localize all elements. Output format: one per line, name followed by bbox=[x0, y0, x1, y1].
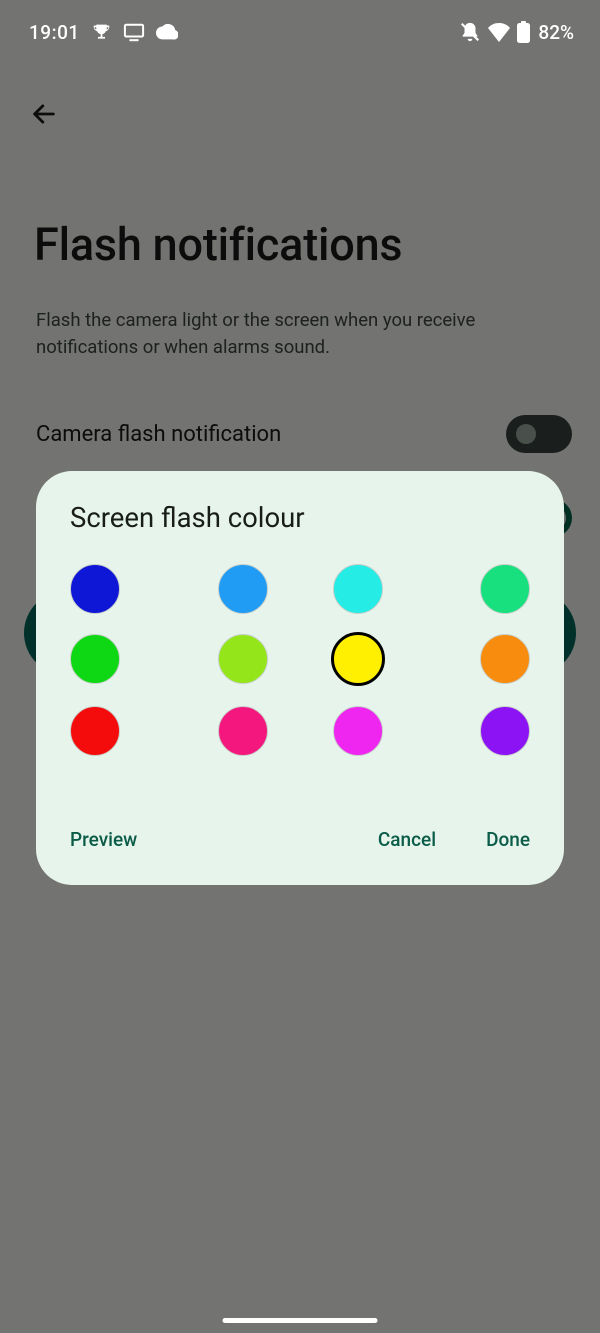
done-button[interactable]: Done bbox=[476, 822, 540, 857]
battery-icon bbox=[517, 21, 530, 43]
color-swatch-magenta[interactable] bbox=[333, 706, 383, 756]
color-swatch-rose[interactable] bbox=[218, 706, 268, 756]
battery-percent: 82% bbox=[538, 21, 574, 44]
color-swatch-violet[interactable] bbox=[480, 706, 530, 756]
color-swatch-orange[interactable] bbox=[480, 634, 530, 684]
color-swatch-lime[interactable] bbox=[218, 634, 268, 684]
color-swatch-red[interactable] bbox=[70, 706, 120, 756]
color-swatch-blue[interactable] bbox=[70, 564, 120, 614]
cast-icon bbox=[123, 22, 145, 42]
color-swatch-cyan[interactable] bbox=[333, 564, 383, 614]
dnd-off-icon bbox=[459, 21, 481, 43]
preview-button[interactable]: Preview bbox=[60, 822, 147, 857]
color-grid bbox=[36, 556, 564, 756]
color-swatch-azure[interactable] bbox=[218, 564, 268, 614]
status-clock: 19:01 bbox=[29, 21, 80, 44]
color-swatch-green[interactable] bbox=[70, 634, 120, 684]
color-swatch-spring-green[interactable] bbox=[480, 564, 530, 614]
wifi-icon bbox=[487, 22, 511, 42]
cancel-button[interactable]: Cancel bbox=[368, 822, 446, 857]
dialog-title: Screen flash colour bbox=[36, 501, 564, 556]
color-swatch-yellow[interactable] bbox=[331, 632, 385, 686]
cloud-icon bbox=[156, 24, 178, 40]
trophy-icon bbox=[91, 22, 112, 43]
status-bar: 19:01 82% bbox=[0, 0, 600, 64]
color-picker-dialog: Screen flash colour Preview Cancel Done bbox=[36, 471, 564, 885]
gesture-nav-bar[interactable] bbox=[223, 1318, 378, 1323]
